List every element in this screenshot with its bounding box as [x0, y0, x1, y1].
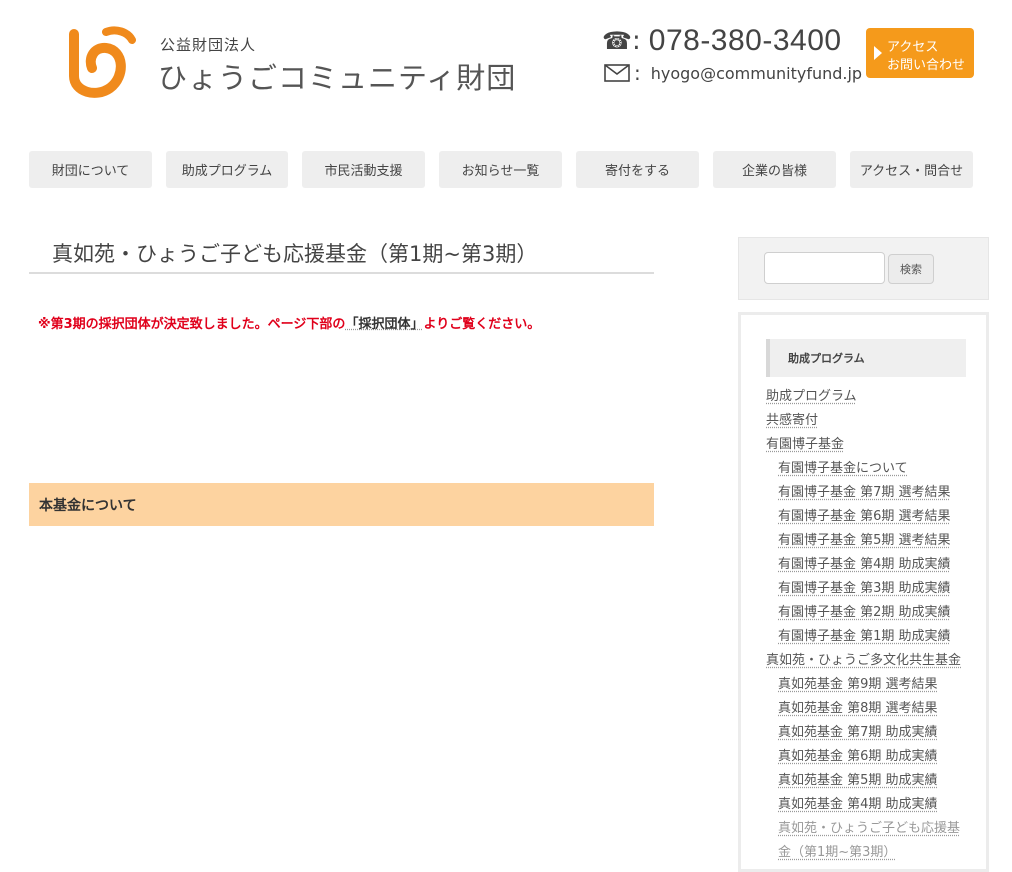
sidebar-link[interactable]: 真如苑基金 第7期 助成実績 [778, 721, 938, 740]
sidebar-link[interactable]: 有園博子基金 第5期 選考結果 [778, 529, 951, 548]
sidebar-link[interactable]: 有園博子基金について [778, 457, 908, 476]
org-name: ひょうごコミュニティ財団 [158, 61, 517, 95]
access-contact-button[interactable]: アクセス お問い合わせ [866, 28, 974, 78]
sidebar-link[interactable]: 金（第1期~第3期） [778, 841, 896, 860]
search-widget: 検索 [738, 237, 989, 300]
sidebar-link[interactable]: 真如苑基金 第4期 助成実績 [778, 793, 938, 812]
sidebar-link[interactable]: 有園博子基金 [766, 433, 844, 452]
foundation-logo [69, 26, 136, 98]
nav-civic-support[interactable]: 市民活動支援 [302, 151, 425, 188]
notice-after: よりご覧ください。 [423, 317, 541, 332]
sidebar-link[interactable]: 真如苑基金 第9期 選考結果 [778, 673, 938, 692]
phone-number: 078-380-3400 [648, 24, 842, 57]
sidebar-link[interactable]: 有園博子基金 第3期 助成実績 [778, 577, 951, 596]
org-type: 公益財団法人 [160, 36, 257, 54]
notice-text: ※第3期の採択団体が決定致しました。ページ下部の「採択団体」よりご覧ください。 [38, 313, 540, 332]
nav-about[interactable]: 財団について [29, 151, 152, 188]
widget-title: 助成プログラム [766, 339, 966, 377]
contact-info: ☎ : 078-380-3400 : hyogo@communityfund.j… [602, 24, 862, 86]
email-address[interactable]: hyogo@communityfund.jp [651, 64, 862, 83]
sidebar-link[interactable]: 有園博子基金 第6期 選考結果 [778, 505, 951, 524]
nav-companies[interactable]: 企業の皆様 [713, 151, 836, 188]
sidebar-link[interactable]: 有園博子基金 第4期 助成実績 [778, 553, 951, 572]
sidebar-link[interactable]: 有園博子基金 第7期 選考結果 [778, 481, 951, 500]
access-button-line2: お問い合わせ [887, 58, 966, 73]
section-heading: 本基金について [29, 483, 654, 526]
sidebar-link[interactable]: 助成プログラム [766, 385, 857, 404]
sidebar-link[interactable]: 真如苑基金 第8期 選考結果 [778, 697, 938, 716]
sidebar-link[interactable]: 真如苑・ひょうご多文化共生基金 [766, 649, 961, 668]
title-divider [29, 272, 654, 274]
sidebar-link[interactable]: 真如苑基金 第6期 助成実績 [778, 745, 938, 764]
sidebar-link[interactable]: 有園博子基金 第1期 助成実績 [778, 625, 951, 644]
sidebar-link[interactable]: 共感寄付 [766, 409, 818, 428]
grant-programs-widget: 助成プログラム 助成プログラム 共感寄付 有園博子基金 有園博子基金について 有園博子基… [738, 312, 989, 872]
sidebar-link[interactable]: 真如苑・ひょうご子ども応援基 [778, 817, 960, 836]
nav-news[interactable]: お知らせ一覧 [439, 151, 562, 188]
search-button[interactable]: 検索 [888, 254, 934, 284]
access-button-line1: アクセス [887, 40, 939, 55]
page-title: 真如苑・ひょうご子ども応援基金（第1期~第3期） [52, 242, 538, 266]
mail-colon: : [634, 61, 641, 85]
mail-icon [604, 64, 630, 82]
phone-icon: ☎ [602, 27, 632, 55]
sidebar-link[interactable]: 有園博子基金 第2期 助成実績 [778, 601, 951, 620]
arrow-right-icon [874, 46, 882, 60]
sidebar-link[interactable]: 真如苑基金 第5期 助成実績 [778, 769, 938, 788]
selected-groups-link[interactable]: 「採択団体」 [345, 317, 423, 332]
nav-grant-programs[interactable]: 助成プログラム [166, 151, 288, 188]
search-input[interactable] [764, 252, 885, 284]
notice-before: ※第3期の採択団体が決定致しました。ページ下部の [38, 317, 346, 332]
nav-donate[interactable]: 寄付をする [576, 151, 699, 188]
nav-access-contact[interactable]: アクセス・問合せ [850, 151, 973, 188]
phone-colon: : [632, 26, 641, 56]
